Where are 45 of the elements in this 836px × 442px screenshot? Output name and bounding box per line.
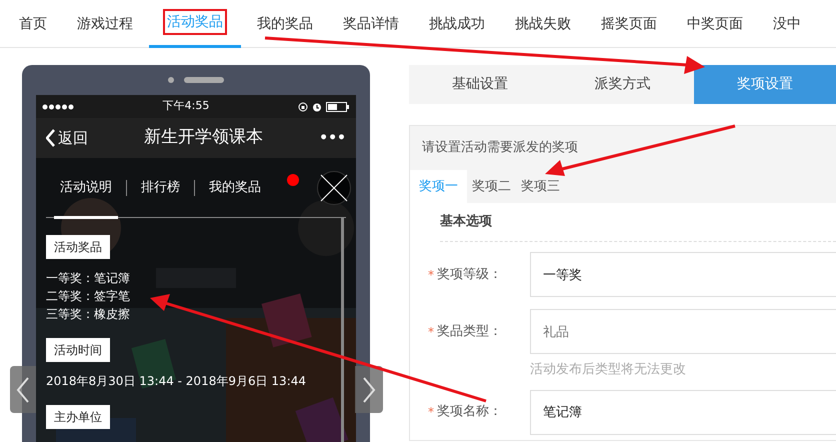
prize-tab[interactable]: 奖项二 — [467, 170, 516, 203]
nav-tab[interactable]: 挑战失败 — [501, 0, 585, 48]
speaker-icon — [184, 77, 224, 83]
camera-icon — [168, 77, 174, 83]
nav-tab[interactable]: 游戏过程 — [63, 0, 147, 48]
menu-tab[interactable]: 排行榜 — [127, 158, 194, 218]
signal-icon — [42, 104, 74, 110]
step-tab[interactable]: 派奖方式 — [551, 65, 694, 104]
step-tab[interactable]: 基础设置 — [409, 65, 552, 104]
nav-tab[interactable]: 没中 — [759, 0, 815, 48]
section-heading: 活动时间 — [46, 338, 110, 362]
required-mark: * — [428, 324, 434, 340]
info-line: 三等奖：橡皮擦 — [46, 306, 131, 323]
field-label: 奖项等级： — [437, 266, 502, 284]
nav-tab[interactable]: 挑战成功 — [415, 0, 499, 48]
field-hint: 活动发布后类型将无法更改 — [530, 361, 687, 379]
section-heading: 活动奖品 — [46, 235, 110, 259]
battery-icon — [326, 102, 350, 112]
required-mark: * — [428, 404, 434, 421]
nav-tab[interactable]: 摇奖页面 — [587, 0, 671, 48]
chevron-left-icon — [46, 129, 56, 147]
page-title: 新生开学领课本 — [144, 126, 264, 150]
alarm-icon — [312, 102, 322, 112]
info-line: 2018年8月30日 13:44 - 2018年9月6日 13:44 — [46, 373, 308, 390]
text-field[interactable]: 笔记簿 — [530, 390, 836, 434]
required-mark: * — [428, 266, 434, 284]
menu-tab[interactable]: 活动说明 — [46, 158, 126, 218]
field-label: 奖项名称： — [437, 403, 502, 422]
nav-tab[interactable]: 奖品详情 — [329, 0, 413, 48]
nav-tab[interactable]: 中奖页面 — [673, 0, 757, 48]
info-line: 二等奖：签字笔 — [46, 288, 131, 305]
text-field[interactable]: 一等奖 — [530, 252, 836, 297]
status-time: 下午4:55 — [162, 98, 210, 114]
section-heading: 主办单位 — [46, 405, 110, 429]
back-button[interactable]: 返回 — [46, 126, 88, 150]
info-line: 一等奖：笔记簿 — [46, 270, 131, 287]
prize-tab[interactable]: 奖项三 — [516, 170, 565, 203]
field-label: 奖品类型： — [437, 322, 502, 341]
menu-tab[interactable]: 我的奖品 — [195, 158, 275, 218]
nav-tab[interactable]: 我的奖品 — [243, 0, 327, 48]
lock-rotation-icon — [298, 102, 308, 112]
section-title: 基本选项 — [440, 213, 493, 231]
more-button[interactable]: ••• — [319, 128, 346, 148]
panel-header: 请设置活动需要派发的奖项 — [422, 139, 578, 158]
nav-tab[interactable]: 首页 — [5, 0, 61, 48]
